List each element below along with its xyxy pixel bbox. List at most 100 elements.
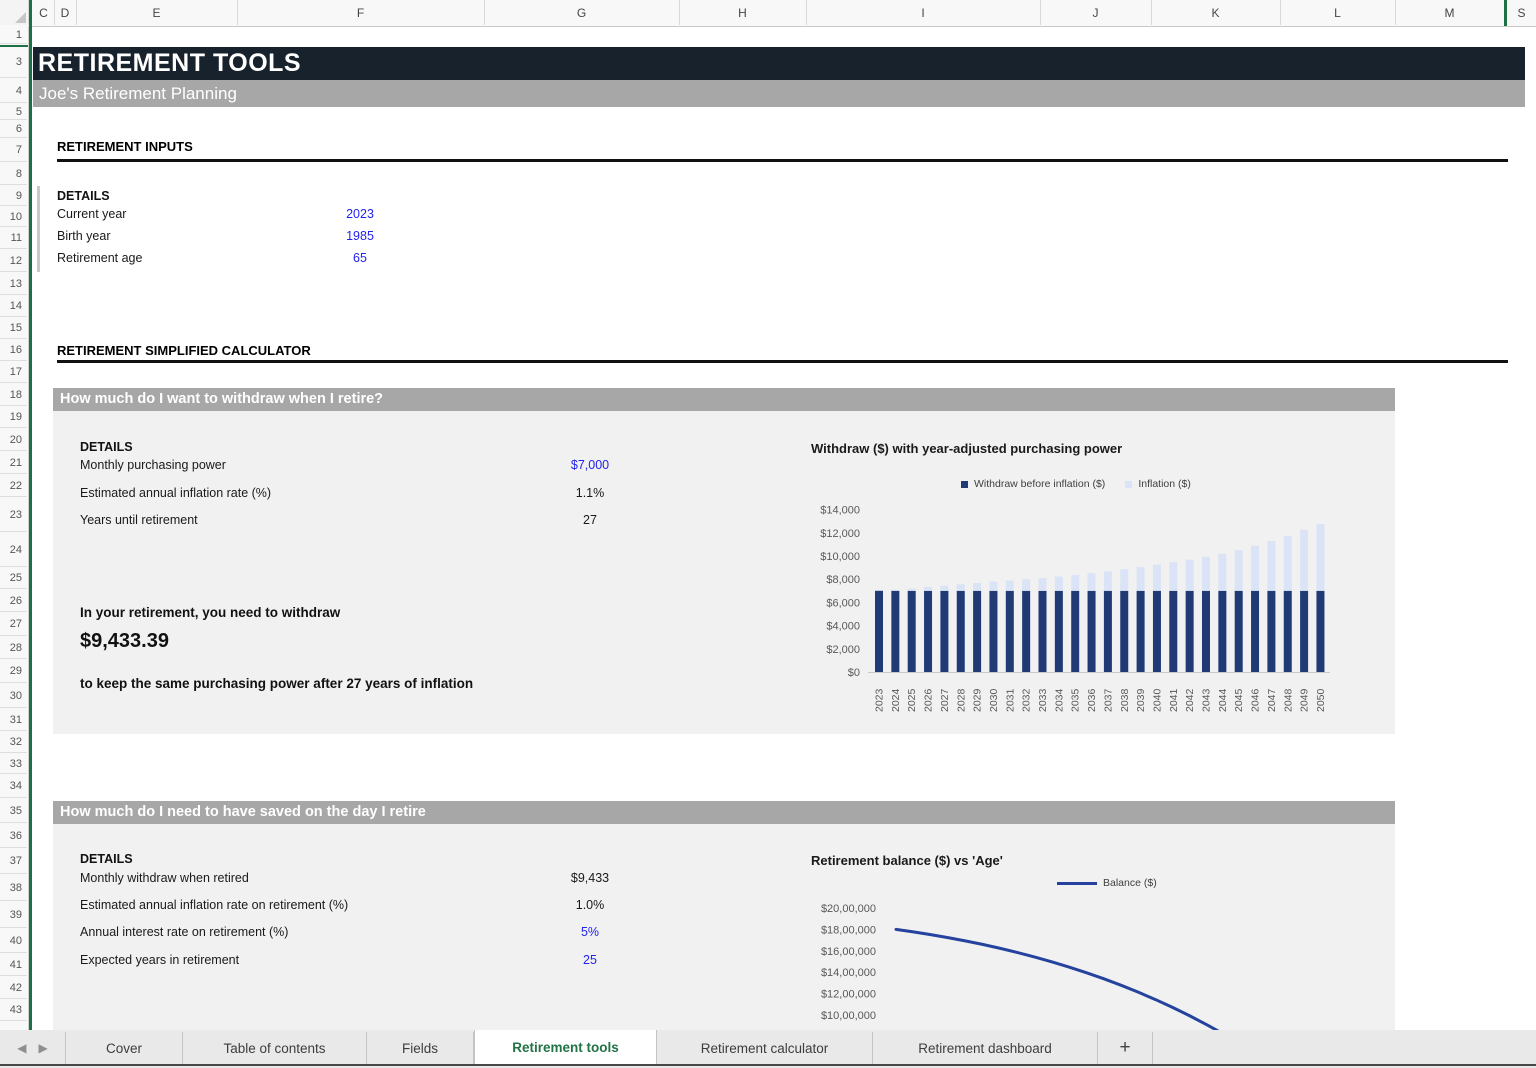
column-header-C[interactable]: C: [33, 0, 55, 25]
sheet-tab-retirement-tools[interactable]: Retirement tools: [474, 1030, 657, 1064]
row-header-15[interactable]: 15: [0, 318, 27, 339]
svg-text:$4,000: $4,000: [826, 621, 860, 633]
svg-text:$10,00,000: $10,00,000: [821, 1010, 876, 1022]
row-header-31[interactable]: 31: [0, 709, 27, 731]
row-header-17[interactable]: 17: [0, 362, 27, 383]
row-header-7[interactable]: 7: [0, 139, 27, 162]
row-header-25[interactable]: 25: [0, 568, 27, 589]
svg-text:$14,00,000: $14,00,000: [821, 967, 876, 979]
detail-value-cell[interactable]: 27: [540, 513, 640, 527]
row-header-5[interactable]: 5: [0, 104, 27, 120]
column-header-K[interactable]: K: [1151, 0, 1281, 25]
sheet-tab-retirement-dashboard[interactable]: Retirement dashboard: [873, 1032, 1098, 1064]
bar-chart-legend: Withdraw before inflation ($) Inflation …: [961, 478, 1191, 490]
row-header-4[interactable]: 4: [0, 79, 27, 103]
svg-text:2030: 2030: [988, 688, 1000, 712]
row-header-24[interactable]: 24: [0, 533, 27, 567]
column-header-G[interactable]: G: [484, 0, 680, 25]
balance-line-chart[interactable]: $20,00,000$18,00,000$16,00,000$14,00,000…: [790, 872, 1350, 1030]
sheet-tab-cover[interactable]: Cover: [65, 1032, 183, 1064]
svg-text:2025: 2025: [906, 688, 918, 712]
row-header-1[interactable]: 1: [0, 26, 27, 44]
row-header-13[interactable]: 13: [0, 273, 27, 295]
row-header-9[interactable]: 9: [0, 186, 27, 206]
row-header-36[interactable]: 36: [0, 824, 27, 848]
row-header-10[interactable]: 10: [0, 207, 27, 227]
row-header-28[interactable]: 28: [0, 637, 27, 659]
detail-value-cell[interactable]: 25: [540, 953, 640, 967]
workbook-subtitle-banner: Joe's Retirement Planning: [33, 80, 1525, 107]
detail-value-cell[interactable]: 1.1%: [540, 486, 640, 500]
row-header-26[interactable]: 26: [0, 590, 27, 612]
svg-text:$12,000: $12,000: [820, 528, 860, 540]
inputs-section-underline: [57, 159, 1508, 162]
svg-text:2049: 2049: [1299, 688, 1311, 712]
column-header-I[interactable]: I: [806, 0, 1041, 25]
detail-value-cell[interactable]: $9,433: [540, 871, 640, 885]
svg-text:$0: $0: [848, 667, 860, 679]
detail-value-cell[interactable]: 65: [310, 251, 410, 265]
row-header-30[interactable]: 30: [0, 684, 27, 708]
tab-scroll-right-icon[interactable]: ▶: [39, 1041, 48, 1055]
row-header-18[interactable]: 18: [0, 384, 27, 406]
row-header-41[interactable]: 41: [0, 954, 27, 976]
detail-value-cell[interactable]: 1985: [310, 229, 410, 243]
withdraw-bar-chart[interactable]: $0$2,000$4,000$6,000$8,000$10,000$12,000…: [790, 498, 1350, 715]
tab-scroll-left-icon[interactable]: ◀: [17, 1041, 26, 1055]
sheet-tab-fields[interactable]: Fields: [367, 1032, 474, 1064]
add-sheet-button[interactable]: +: [1098, 1032, 1153, 1064]
row-header-21[interactable]: 21: [0, 452, 27, 474]
svg-text:$2,000: $2,000: [826, 644, 860, 656]
detail-label: Current year: [57, 207, 126, 221]
column-header-H[interactable]: H: [679, 0, 807, 25]
row-header-38[interactable]: 38: [0, 875, 27, 901]
svg-text:$12,00,000: $12,00,000: [821, 989, 876, 1001]
sheet-tab-bar: ◀ ▶ CoverTable of contentsFieldsRetireme…: [0, 1030, 1536, 1068]
withdraw-statement-intro: In your retirement, you need to withdraw: [80, 605, 340, 620]
row-header-33[interactable]: 33: [0, 754, 27, 774]
row-header-11[interactable]: 11: [0, 228, 27, 249]
row-header-22[interactable]: 22: [0, 475, 27, 497]
row-header-14[interactable]: 14: [0, 296, 27, 317]
sheet-tab-table-of-contents[interactable]: Table of contents: [183, 1032, 367, 1064]
svg-text:2037: 2037: [1102, 688, 1114, 712]
row-header-32[interactable]: 32: [0, 732, 27, 753]
row-header-39[interactable]: 39: [0, 902, 27, 928]
row-header-40[interactable]: 40: [0, 929, 27, 953]
row-header-20[interactable]: 20: [0, 429, 27, 451]
column-header-D[interactable]: D: [54, 0, 77, 25]
column-header-F[interactable]: F: [237, 0, 485, 25]
row-header-29[interactable]: 29: [0, 660, 27, 683]
row-header-35[interactable]: 35: [0, 799, 27, 823]
row-header-8[interactable]: 8: [0, 163, 27, 185]
sheet-tab-retirement-calculator[interactable]: Retirement calculator: [657, 1032, 873, 1064]
detail-row: Current year 2023: [57, 207, 757, 229]
column-header-J[interactable]: J: [1040, 0, 1152, 25]
select-all-corner[interactable]: [0, 0, 29, 25]
detail-value-cell[interactable]: 5%: [540, 925, 640, 939]
row-header-6[interactable]: 6: [0, 121, 27, 138]
detail-value-cell[interactable]: $7,000: [540, 458, 640, 472]
column-header-M[interactable]: M: [1395, 0, 1505, 25]
row-header-16[interactable]: 16: [0, 340, 27, 361]
row-header-12[interactable]: 12: [0, 250, 27, 272]
row-header-37[interactable]: 37: [0, 849, 27, 874]
svg-text:2042: 2042: [1184, 688, 1196, 712]
svg-text:2029: 2029: [972, 688, 984, 712]
row-header-34[interactable]: 34: [0, 775, 27, 798]
detail-value-cell[interactable]: 1.0%: [540, 898, 640, 912]
detail-row: Annual interest rate on retirement (%)5%: [80, 925, 780, 952]
row-header-27[interactable]: 27: [0, 613, 27, 636]
row-header-23[interactable]: 23: [0, 498, 27, 532]
row-header-42[interactable]: 42: [0, 977, 27, 999]
detail-label: Estimated annual inflation rate on retir…: [80, 898, 348, 912]
column-header-S[interactable]: S: [1507, 0, 1536, 25]
column-header-E[interactable]: E: [76, 0, 238, 25]
row-header-3[interactable]: 3: [0, 47, 27, 78]
detail-value-cell[interactable]: 2023: [310, 207, 410, 221]
sheet-tab-strip: ◀ ▶ CoverTable of contentsFieldsRetireme…: [0, 1032, 1536, 1066]
row-header-19[interactable]: 19: [0, 407, 27, 428]
column-header-L[interactable]: L: [1280, 0, 1396, 25]
row-header-43[interactable]: 43: [0, 1000, 27, 1021]
detail-label: Birth year: [57, 229, 111, 243]
